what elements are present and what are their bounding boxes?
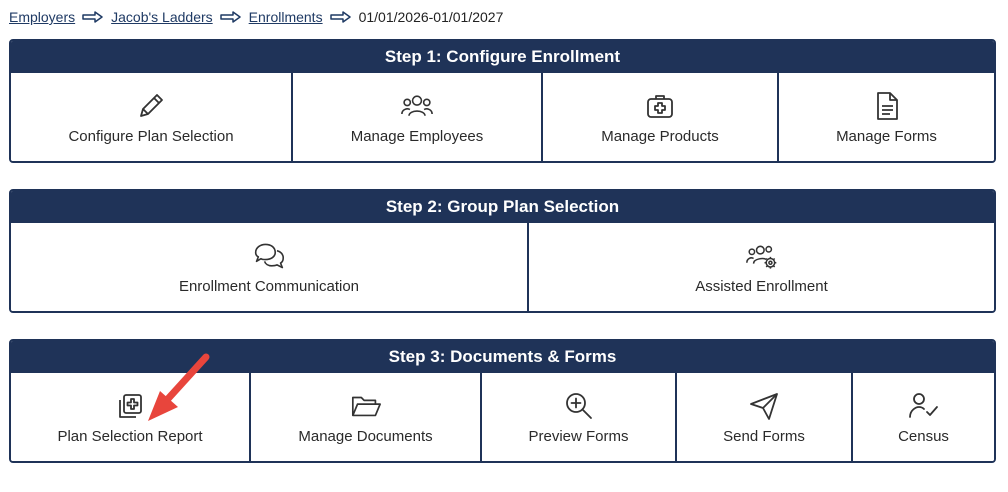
arrow-right-icon [329, 11, 352, 23]
tile-label: Manage Products [601, 127, 719, 145]
manage-employees-tile[interactable]: Manage Employees [293, 73, 543, 161]
enrollment-communication-tile[interactable]: Enrollment Communication [11, 223, 529, 311]
tile-label: Preview Forms [528, 427, 629, 445]
manage-forms-tile[interactable]: Manage Forms [779, 73, 994, 161]
paper-plane-icon [748, 390, 780, 422]
chat-bubbles-icon [253, 240, 285, 272]
document-icon [871, 90, 903, 122]
plan-selection-report-tile[interactable]: Plan Selection Report [11, 373, 251, 461]
user-check-icon [908, 390, 940, 422]
step2-panel: Step 2: Group Plan Selection Enrollment … [9, 189, 996, 313]
pencil-icon [135, 90, 167, 122]
copy-plus-icon [114, 390, 146, 422]
tile-label: Configure Plan Selection [68, 127, 234, 145]
preview-forms-tile[interactable]: Preview Forms [482, 373, 677, 461]
step1-panel: Step 1: Configure Enrollment Configure P… [9, 39, 996, 163]
breadcrumb-link-enrollments[interactable]: Enrollments [249, 9, 323, 25]
step3-title: Step 3: Documents & Forms [11, 341, 994, 373]
tile-label: Assisted Enrollment [695, 277, 828, 295]
configure-plan-selection-tile[interactable]: Configure Plan Selection [11, 73, 293, 161]
step1-title: Step 1: Configure Enrollment [11, 41, 994, 73]
breadcrumb-link-employers[interactable]: Employers [9, 9, 75, 25]
tile-label: Enrollment Communication [178, 277, 360, 295]
send-forms-tile[interactable]: Send Forms [677, 373, 853, 461]
tile-label: Manage Documents [298, 427, 433, 445]
tile-label: Manage Forms [836, 127, 937, 145]
tile-label: Plan Selection Report [57, 427, 203, 445]
breadcrumb: Employers Jacob's Ladders Enrollments 01… [9, 7, 503, 27]
zoom-in-icon [563, 390, 595, 422]
tile-label: Manage Employees [350, 127, 484, 145]
assisted-enrollment-tile[interactable]: Assisted Enrollment [529, 223, 994, 311]
manage-documents-tile[interactable]: Manage Documents [251, 373, 482, 461]
folder-open-icon [350, 390, 382, 422]
tile-label: Send Forms [723, 427, 805, 445]
breadcrumb-current: 01/01/2026-01/01/2027 [358, 9, 504, 25]
census-tile[interactable]: Census [853, 373, 994, 461]
breadcrumb-link-employer[interactable]: Jacob's Ladders [111, 9, 213, 25]
arrow-right-icon [219, 11, 242, 23]
medical-kit-icon [644, 90, 676, 122]
arrow-right-icon [82, 11, 104, 23]
users-icon [401, 90, 433, 122]
step2-title: Step 2: Group Plan Selection [11, 191, 994, 223]
manage-products-tile[interactable]: Manage Products [543, 73, 779, 161]
step3-panel: Step 3: Documents & Forms Plan Selection… [9, 339, 996, 463]
users-gear-icon [745, 240, 778, 272]
tile-label: Census [898, 427, 949, 445]
